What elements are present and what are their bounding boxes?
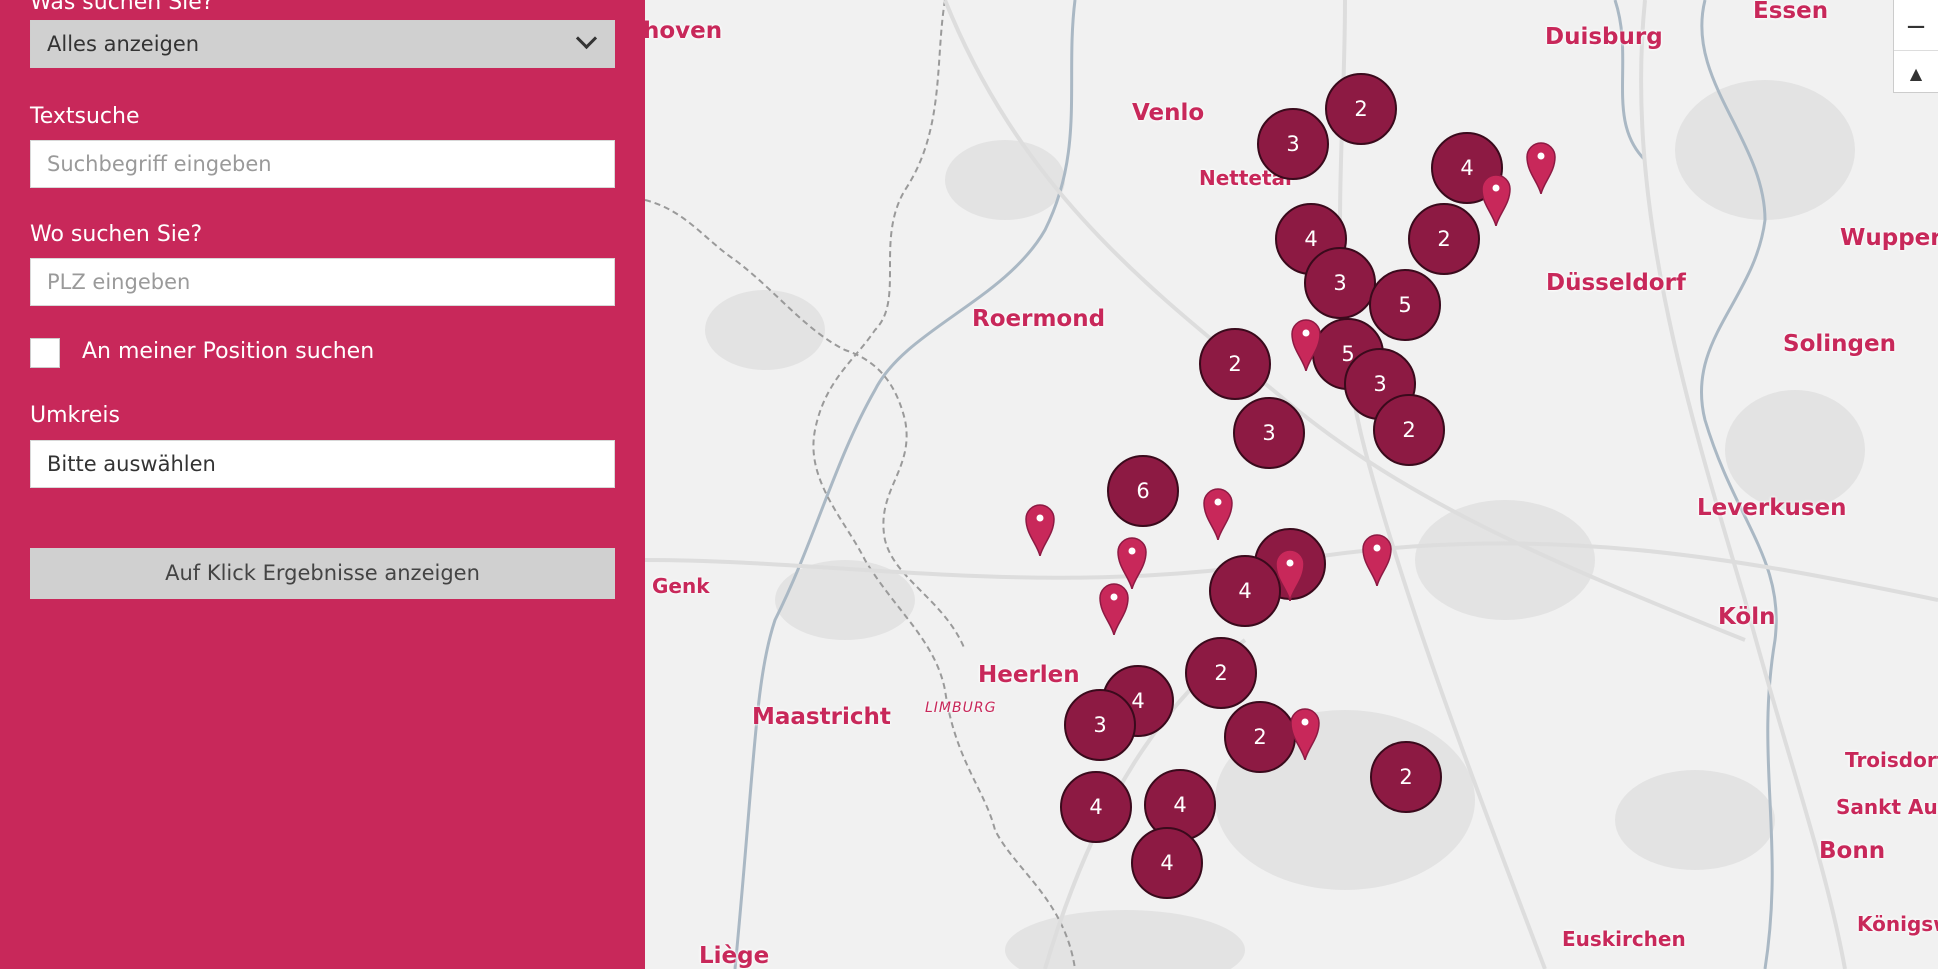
city-label: Sankt Aug	[1836, 795, 1938, 819]
cluster-marker[interactable]: 5	[1369, 269, 1441, 341]
map-pin-icon[interactable]	[1117, 537, 1147, 589]
use-my-position-label[interactable]: An meiner Position suchen	[82, 339, 374, 364]
map-canvas[interactable]: hoven Essen Duisburg Venlo Nettetal Wupp…	[645, 0, 1938, 969]
category-select[interactable]: Alles anzeigen	[30, 20, 615, 68]
cluster-marker[interactable]: 4	[1131, 827, 1203, 899]
map-pin-icon[interactable]	[1099, 583, 1129, 635]
category-select-value: Alles anzeigen	[47, 32, 200, 56]
cluster-marker[interactable]: 2	[1370, 741, 1442, 813]
map-pin-icon[interactable]	[1275, 549, 1305, 601]
radius-select[interactable]: Bitte auswählen	[30, 440, 615, 488]
text-search-label: Textsuche	[30, 104, 140, 129]
city-label: Leverkusen	[1697, 495, 1847, 521]
city-label: Essen	[1753, 0, 1829, 24]
cluster-marker[interactable]: 3	[1304, 247, 1376, 319]
map-pin-icon[interactable]	[1203, 488, 1233, 540]
use-my-position-checkbox[interactable]	[30, 338, 60, 368]
city-label: hoven	[645, 18, 723, 44]
map-zoom-controls: − ▲	[1893, 0, 1938, 93]
city-label: Troisdorf	[1845, 748, 1938, 772]
city-label: Düsseldorf	[1546, 270, 1686, 296]
show-results-button[interactable]: Auf Klick Ergebnisse anzeigen	[30, 548, 615, 599]
cluster-marker[interactable]: 4	[1209, 555, 1281, 627]
city-label: Genk	[652, 574, 710, 598]
cluster-marker[interactable]: 3	[1233, 397, 1305, 469]
city-label: Königsw	[1857, 912, 1938, 936]
map-pin-icon[interactable]	[1025, 504, 1055, 556]
chevron-down-icon	[575, 27, 598, 50]
filter-sidebar: Was suchen Sie? Alles anzeigen Textsuche…	[0, 0, 645, 969]
city-label: Heerlen	[978, 662, 1080, 688]
city-label: Duisburg	[1545, 24, 1663, 50]
radius-label: Umkreis	[30, 403, 120, 428]
cluster-marker[interactable]: 2	[1224, 701, 1296, 773]
cluster-marker[interactable]: 2	[1199, 328, 1271, 400]
cluster-marker[interactable]: 2	[1408, 203, 1480, 275]
category-label: Was suchen Sie?	[30, 0, 214, 15]
city-label: Solingen	[1783, 331, 1896, 357]
city-label: Maastricht	[752, 704, 891, 730]
cluster-marker[interactable]: 2	[1325, 73, 1397, 145]
cluster-marker[interactable]: 4	[1060, 771, 1132, 843]
city-label: Venlo	[1132, 100, 1205, 126]
cluster-marker[interactable]: 2	[1373, 394, 1445, 466]
city-label: Wupper	[1840, 225, 1938, 251]
city-label: Bonn	[1819, 838, 1886, 864]
cluster-marker[interactable]: 3	[1064, 689, 1136, 761]
text-search-input[interactable]: Suchbegriff eingeben	[30, 140, 615, 188]
reset-north-button[interactable]: ▲	[1894, 50, 1938, 97]
map-pin-icon[interactable]	[1291, 319, 1321, 371]
location-label: Wo suchen Sie?	[30, 222, 203, 247]
city-label: Liège	[699, 943, 770, 969]
city-label: Köln	[1718, 604, 1776, 630]
city-label: Euskirchen	[1562, 927, 1686, 951]
zoom-out-button[interactable]: −	[1894, 4, 1938, 50]
region-label: LIMBURG	[925, 700, 997, 716]
map-pin-icon[interactable]	[1526, 142, 1556, 194]
map-pin-icon[interactable]	[1481, 174, 1511, 226]
map-pin-icon[interactable]	[1362, 534, 1392, 586]
cluster-marker[interactable]: 3	[1257, 108, 1329, 180]
zip-input[interactable]: PLZ eingeben	[30, 258, 615, 306]
city-label: Roermond	[972, 306, 1106, 332]
cluster-marker[interactable]: 6	[1107, 455, 1179, 527]
map-pin-icon[interactable]	[1290, 708, 1320, 760]
cluster-marker[interactable]: 2	[1185, 637, 1257, 709]
